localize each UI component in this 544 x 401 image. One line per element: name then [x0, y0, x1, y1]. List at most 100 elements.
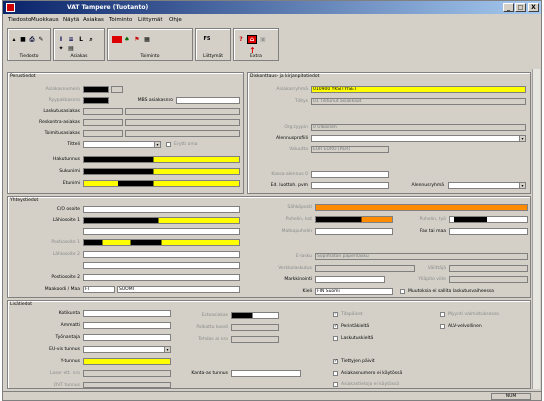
menu-asiakas[interactable]: Asiakas — [83, 17, 104, 23]
org-select: 0 Ulkoinen — [311, 124, 526, 131]
laskutuskielta-checkbox[interactable] — [333, 336, 338, 341]
chevron-down-icon[interactable]: ▾ — [164, 347, 170, 352]
alennusryhma-select[interactable]: ▾ — [448, 182, 526, 189]
label: Ylläpito viite — [418, 277, 446, 282]
ammatti-field[interactable] — [83, 322, 171, 329]
help-icon[interactable]: ? — [238, 36, 244, 43]
laskutus-field[interactable] — [83, 108, 123, 115]
doc-icon[interactable]: ▤ — [68, 45, 74, 52]
sahkoposti-field[interactable] — [315, 204, 528, 211]
info-icon[interactable]: I — [58, 36, 64, 43]
yllapito-viite-field — [449, 276, 528, 283]
maximize-button[interactable]: □ — [515, 3, 526, 12]
hakutunnus-field[interactable] — [83, 156, 240, 163]
new-icon[interactable]: ▴ — [11, 36, 17, 43]
kotikunta-field[interactable] — [83, 310, 171, 317]
flag-icon[interactable]: ⚑ — [134, 36, 140, 43]
arrow-up-icon: ↑ — [249, 46, 256, 55]
mbs-field[interactable] — [176, 97, 240, 104]
window-title: VAT Tampere (Tuotanto) — [67, 4, 149, 11]
lahiosoite2-extra-field[interactable] — [83, 262, 240, 269]
asiakasnumero-ei-checkbox[interactable] — [333, 371, 338, 376]
link-icon[interactable]: L — [78, 36, 84, 43]
kieli-select[interactable]: FIN Suomi — [315, 288, 393, 295]
menu-muokkaus[interactable]: Muokkaus — [31, 17, 59, 23]
postiosoite1-field[interactable] — [83, 239, 240, 246]
reskontra-field[interactable] — [83, 119, 123, 126]
y-tunnus-field[interactable] — [83, 358, 171, 365]
minimize-button[interactable]: _ — [503, 3, 514, 12]
label: Kieli — [302, 289, 312, 294]
panel-title: Yhteystiedot — [10, 198, 39, 203]
alv-checkbox[interactable] — [440, 324, 445, 329]
ryypakkasnro-field[interactable] — [83, 97, 109, 104]
label: Maakoodi / Maa — [44, 287, 80, 292]
edit-icon[interactable]: ✎ — [38, 36, 44, 43]
menu-ohje[interactable]: Ohje — [169, 17, 182, 23]
vertical-scrollbar[interactable] — [532, 69, 540, 389]
chevron-down-icon[interactable]: ▾ — [154, 142, 160, 147]
toimitus-field[interactable] — [83, 130, 123, 137]
label: Verkkolaskutus — [278, 266, 312, 271]
close-button[interactable]: X — [528, 3, 539, 12]
menu-liittymat[interactable]: Liittymät — [138, 17, 163, 23]
perintakielta-checkbox[interactable]: ✓ — [333, 324, 338, 329]
asiakasnumero-field[interactable] — [83, 86, 109, 93]
co-osoite-field[interactable] — [83, 206, 240, 213]
asiakasnumero-button[interactable] — [111, 86, 123, 93]
title-bar: VAT Tampere (Tuotanto) _ □ X — [3, 1, 541, 14]
tilapaiset-checkbox: ✓ — [333, 312, 338, 317]
postiosoite2-field[interactable] — [83, 274, 240, 281]
fax-field[interactable] — [449, 228, 528, 235]
lahiosoite2-field[interactable] — [83, 251, 240, 258]
label: Välittäjä — [427, 266, 446, 271]
label: Matkapuhelin — [281, 229, 312, 234]
matkapuhelin-field[interactable] — [315, 228, 393, 235]
label: Myynti valmistuksessa — [448, 312, 499, 317]
etunimi-field[interactable] — [83, 180, 240, 187]
lahiosoite1-extra-field[interactable] — [83, 228, 240, 235]
label: Puhelin, työ — [419, 217, 446, 222]
label: Palkattu koodi — [196, 325, 228, 330]
asiakasryhma-select[interactable]: 010900 YKSITYISET — [311, 86, 526, 93]
chevron-down-icon[interactable]: ▾ — [519, 136, 525, 141]
menu-tiedosto[interactable]: Tiedosto — [8, 17, 31, 23]
table-icon[interactable]: ▦ — [144, 36, 150, 43]
maakoodi-select[interactable]: FI — [83, 286, 115, 293]
lahiosoite1-field[interactable] — [83, 217, 240, 224]
search-icon[interactable]: ⌕ — [88, 36, 94, 43]
chevron-down-icon[interactable]: ▾ — [519, 183, 525, 188]
panel-title: Perustiedot — [10, 74, 36, 79]
estoasiakas-field[interactable] — [231, 312, 279, 319]
label: Org.tyypin — [284, 125, 308, 130]
ed-luottoh-field[interactable] — [311, 182, 389, 189]
home-icon[interactable]: ⌂ — [247, 35, 257, 44]
puhelin-tyo-field[interactable] — [449, 216, 528, 223]
eu-vis-select[interactable]: ▾ — [83, 346, 171, 353]
alennusprofiili-select[interactable]: ▾ — [311, 135, 526, 142]
fs-icon[interactable]: FS — [200, 36, 214, 43]
markkinointi-field[interactable] — [315, 276, 385, 283]
yritys-checkbox[interactable] — [166, 142, 171, 147]
tiettyjen-paivit-checkbox[interactable]: ✓ — [333, 359, 338, 364]
maa-field[interactable]: SUOMI — [117, 286, 240, 293]
extra-icon[interactable]: ✦ — [58, 45, 64, 52]
sukunimi-field[interactable] — [83, 168, 240, 175]
toimitus-name-field — [125, 130, 240, 137]
label: Sukunimi — [59, 169, 80, 174]
tyonantaja-field[interactable] — [83, 334, 171, 341]
tree-icon[interactable]: ♠ — [124, 36, 130, 43]
list-icon[interactable]: ≡ — [68, 36, 74, 43]
print-icon[interactable]: ⎙ — [29, 36, 35, 43]
label: Tilapäiset — [341, 312, 363, 317]
menu-nayta[interactable]: Näytä — [63, 17, 79, 23]
titteli-select[interactable]: ▾ — [83, 141, 161, 148]
save-icon[interactable]: ■ — [20, 36, 26, 43]
lisatiedot-panel: Lisätiedot Kotikunta Ammatti Työnantaja … — [7, 300, 531, 389]
red-action-icon[interactable] — [112, 36, 122, 43]
kanta-asiakas-field[interactable] — [231, 370, 301, 377]
kassa-alennus-field[interactable] — [311, 171, 389, 178]
puhelin-kot-field[interactable] — [315, 216, 393, 223]
menu-toiminto[interactable]: Toiminto — [109, 17, 132, 23]
muutos-checkbox[interactable] — [400, 289, 405, 294]
